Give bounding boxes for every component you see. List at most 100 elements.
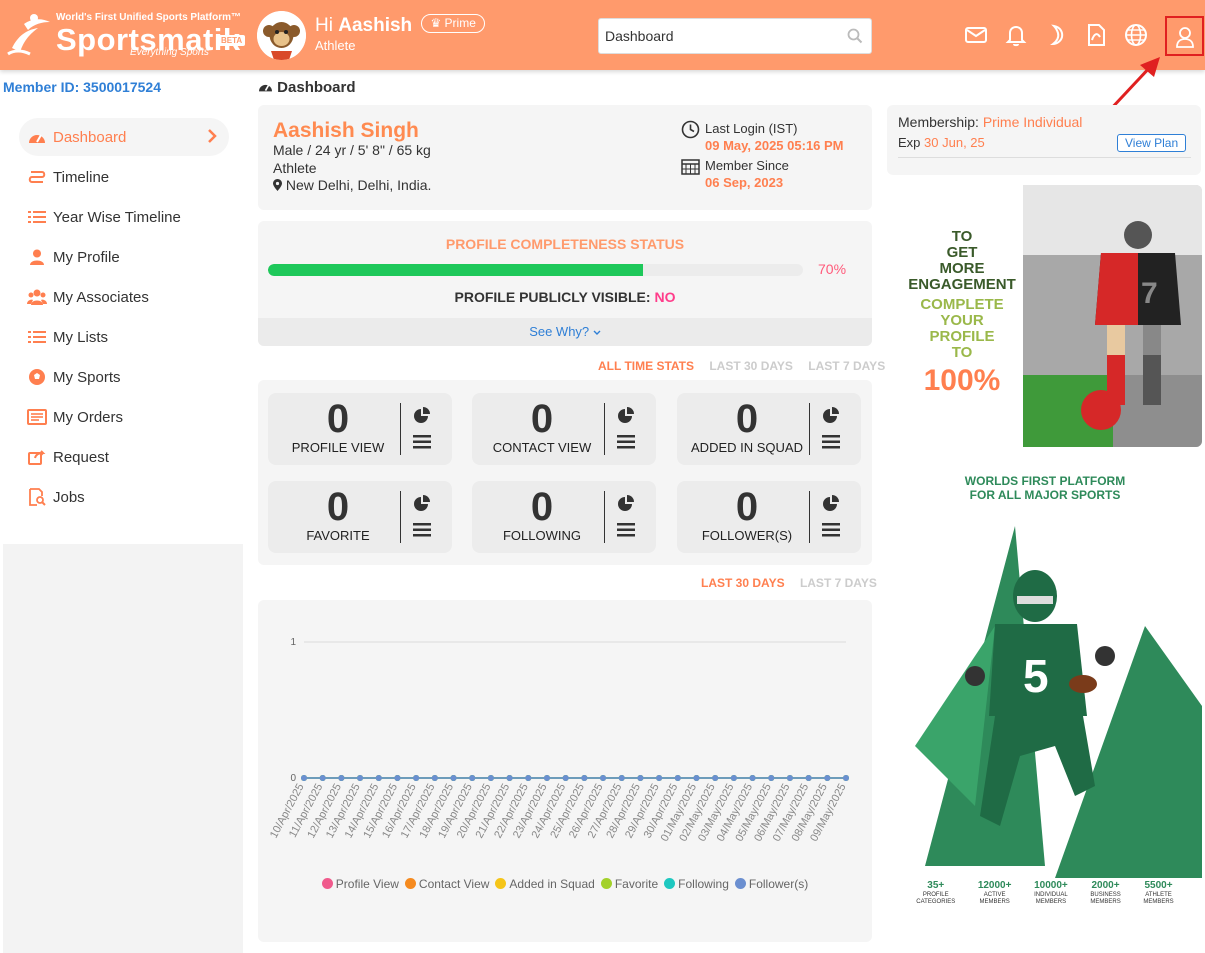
- data-point: [730, 775, 737, 781]
- menu-bars-icon[interactable]: [413, 435, 431, 449]
- data-point: [693, 775, 700, 781]
- legend-item[interactable]: Following: [664, 877, 729, 891]
- tab-chart-last-7-days[interactable]: LAST 7 DAYS: [800, 576, 877, 590]
- sidebar-nav: Dashboard Timeline Year Wise Timeline My…: [3, 104, 243, 544]
- stat-added-in-squad[interactable]: 0 ADDED IN SQUAD: [677, 393, 861, 465]
- y-tick-label: 1: [290, 637, 296, 648]
- data-point: [394, 775, 401, 781]
- legend-item[interactable]: Profile View: [321, 877, 399, 891]
- legend-label: Added in Squad: [509, 877, 595, 891]
- sidebar-item-jobs[interactable]: Jobs: [19, 478, 229, 516]
- view-plan-button[interactable]: View Plan: [1117, 134, 1187, 152]
- engagement-ad-banner[interactable]: TO GET MORE ENGAGEMENT COMPLETE YOUR PRO…: [887, 185, 1202, 447]
- pie-chart-icon[interactable]: [413, 495, 431, 513]
- data-point: [581, 775, 588, 781]
- pie-chart-icon[interactable]: [413, 407, 431, 425]
- sidebar-item-year-wise-timeline[interactable]: Year Wise Timeline: [19, 198, 229, 236]
- user-account-button[interactable]: [1165, 16, 1204, 56]
- ad-football-player-image: 5: [915, 526, 1202, 878]
- ad2-stat-value: 12000+: [977, 880, 1012, 891]
- search-icon[interactable]: [847, 28, 863, 44]
- sidebar-item-my-orders[interactable]: My Orders: [19, 398, 229, 436]
- stat-profile-view[interactable]: 0 PROFILE VIEW: [268, 393, 452, 465]
- tab-chart-last-30-days[interactable]: LAST 30 DAYS: [701, 576, 785, 590]
- stat-label: CONTACT VIEW: [492, 440, 592, 455]
- ad-text-line: PROFILE: [929, 328, 995, 345]
- ad2-stat: 10000+ INDIVIDUAL MEMBERS: [1034, 881, 1068, 906]
- sidebar-item-label: My Associates: [53, 288, 149, 306]
- ad2-stat-label: INDIVIDUAL: [1034, 892, 1068, 898]
- avatar[interactable]: [257, 11, 306, 60]
- divider: [809, 403, 810, 455]
- data-point: [618, 775, 625, 781]
- data-point: [506, 775, 513, 781]
- ad2-stat-label: ACTIVE: [983, 892, 1006, 898]
- sidebar-item-request[interactable]: Request: [19, 438, 229, 476]
- menu-bars-icon[interactable]: [822, 523, 840, 537]
- tab-last-7-days[interactable]: LAST 7 DAYS: [808, 359, 885, 373]
- stat-contact-view[interactable]: 0 CONTACT VIEW: [472, 393, 656, 465]
- completeness-progress-bar: [268, 264, 803, 276]
- stat-value: 0: [326, 485, 350, 529]
- tab-all-time-stats[interactable]: ALL TIME STATS: [598, 359, 694, 373]
- stat-favorite[interactable]: 0 FAVORITE: [268, 481, 452, 553]
- ad-text-line: COMPLETE: [920, 296, 1004, 313]
- sportsmatik-logo[interactable]: World's First Unified Sports Platform™ S…: [4, 8, 249, 62]
- globe-icon[interactable]: [1123, 22, 1149, 48]
- pie-chart-icon[interactable]: [617, 407, 635, 425]
- legend-item[interactable]: Favorite: [600, 877, 658, 891]
- bell-icon[interactable]: [1003, 22, 1029, 48]
- sidebar-item-dashboard[interactable]: Dashboard: [19, 118, 229, 156]
- pdf-file-icon[interactable]: [1083, 22, 1109, 48]
- sidebar-item-my-lists[interactable]: My Lists: [19, 318, 229, 356]
- calendar-icon: [681, 159, 700, 175]
- legend-label: Following: [678, 877, 729, 891]
- membership-line: Membership: Prime Individual: [898, 114, 1082, 130]
- search-input[interactable]: [599, 19, 834, 53]
- legend-item[interactable]: Contact View: [404, 877, 489, 891]
- stat-label: PROFILE VIEW: [291, 440, 385, 455]
- ad2-stat-label: BUSINESS: [1090, 892, 1121, 898]
- stat-followers[interactable]: 0 FOLLOWER(S): [677, 481, 861, 553]
- sidebar-item-my-profile[interactable]: My Profile: [19, 238, 229, 276]
- pie-chart-icon[interactable]: [822, 407, 840, 425]
- profile-name[interactable]: Aashish Singh: [273, 119, 419, 143]
- sidebar-item-my-sports[interactable]: My Sports: [19, 358, 229, 396]
- platform-ad-banner[interactable]: WORLDS FIRST PLATFORM FOR ALL MAJOR SPOR…: [905, 466, 1202, 938]
- mail-icon[interactable]: [963, 22, 989, 48]
- legend-swatch: [734, 878, 746, 889]
- data-point: [431, 775, 438, 781]
- sidebar-item-timeline[interactable]: Timeline: [19, 158, 229, 196]
- pie-chart-icon[interactable]: [822, 495, 840, 513]
- ad2-headline-line: FOR ALL MAJOR SPORTS: [969, 488, 1121, 502]
- profile-location: New Delhi, Delhi, India.: [273, 177, 431, 193]
- tab-last-30-days[interactable]: LAST 30 DAYS: [709, 359, 793, 373]
- stat-following[interactable]: 0 FOLLOWING: [472, 481, 656, 553]
- dashboard-gauge-icon: [27, 128, 47, 146]
- menu-bars-icon[interactable]: [617, 523, 635, 537]
- prime-badge: ♛ Prime: [421, 14, 485, 34]
- data-point: [712, 775, 719, 781]
- stats-card: 0 PROFILE VIEW 0 CONTACT VIEW 0 ADDED IN…: [258, 380, 872, 565]
- menu-bars-icon[interactable]: [822, 435, 840, 449]
- sidebar-item-my-associates[interactable]: My Associates: [19, 278, 229, 316]
- menu-bars-icon[interactable]: [617, 435, 635, 449]
- legend-item[interactable]: Added in Squad: [495, 877, 595, 891]
- legend-item[interactable]: Follower(s): [734, 877, 808, 891]
- sidebar-item-label: Jobs: [53, 488, 85, 506]
- ad2-stat-label: MEMBERS: [979, 899, 1010, 905]
- menu-bars-icon[interactable]: [413, 523, 431, 537]
- ad2-stat-label: CATEGORIES: [916, 899, 956, 905]
- data-point: [338, 775, 345, 781]
- data-point: [525, 775, 532, 781]
- data-point: [674, 775, 681, 781]
- dark-mode-moon-icon[interactable]: [1043, 22, 1069, 48]
- see-why-button[interactable]: See Why?: [258, 318, 872, 346]
- dashboard-gauge-icon: [258, 79, 277, 96]
- ad2-stat-value: 35+: [927, 880, 945, 891]
- profile-location-text: New Delhi, Delhi, India.: [285, 177, 432, 193]
- search-box: [598, 18, 872, 54]
- pie-chart-icon[interactable]: [617, 495, 635, 513]
- ad-child-soccer-image: 7: [1023, 185, 1202, 447]
- sidebar-item-label: My Sports: [53, 368, 121, 386]
